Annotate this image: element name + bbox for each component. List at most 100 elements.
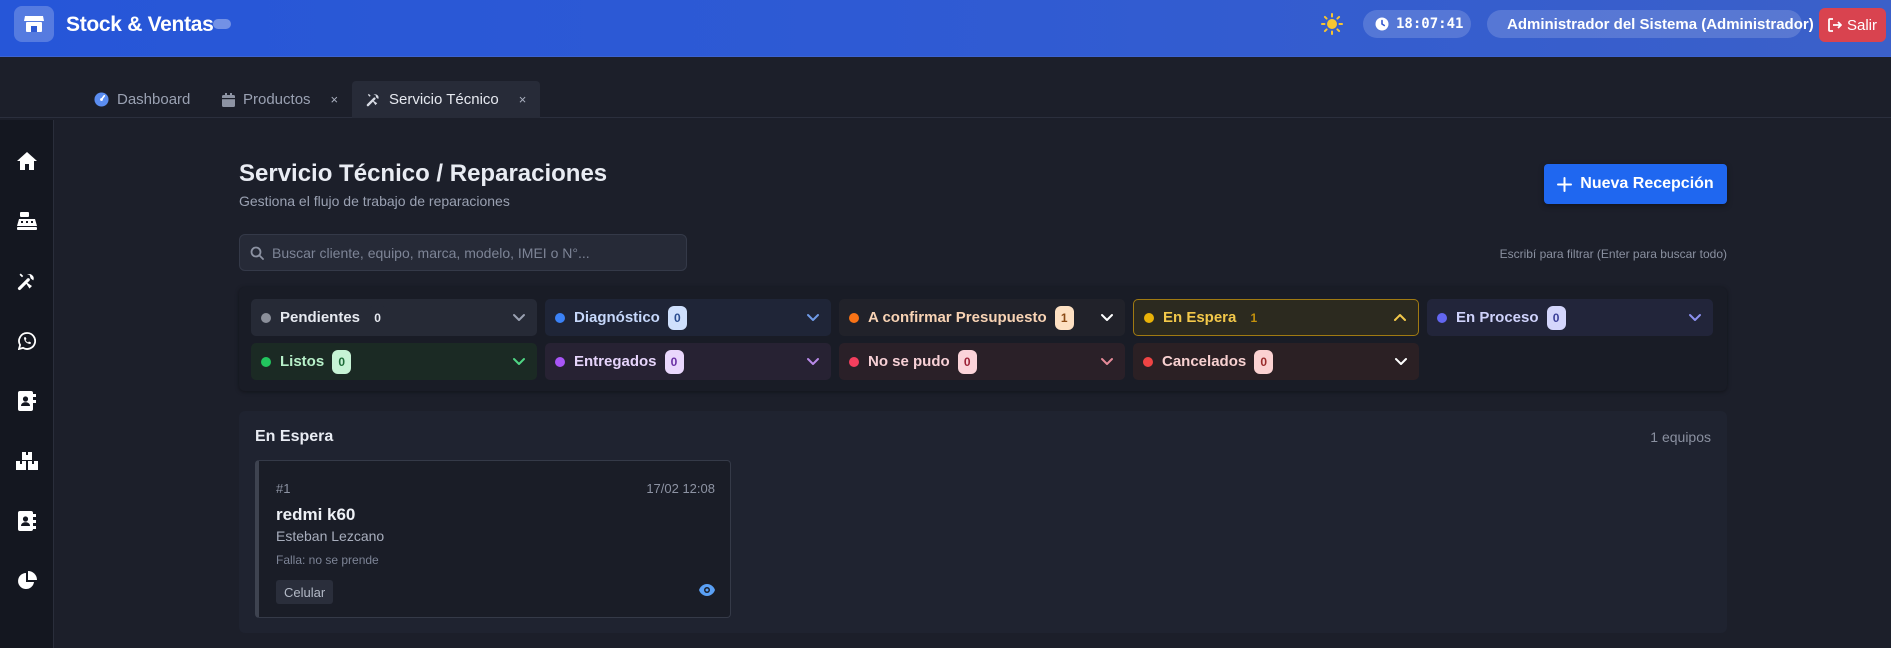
status-label: Cancelados xyxy=(1162,353,1247,370)
card-fault: Falla: no se prende xyxy=(276,553,379,567)
status-chip-en-proceso[interactable]: En Proceso 0 xyxy=(1427,299,1713,336)
status-dot xyxy=(555,312,565,323)
tools-icon xyxy=(366,93,379,107)
chevron-down-icon[interactable] xyxy=(805,309,821,325)
search-hint: Escribí para filtrar (Enter para buscar … xyxy=(1499,247,1727,261)
status-count-badge: 0 xyxy=(1254,349,1274,374)
status-chip-diagnostico[interactable]: Diagnóstico 0 xyxy=(545,299,831,336)
status-count-badge: 0 xyxy=(332,349,352,374)
status-dot xyxy=(1437,312,1447,323)
new-reception-button[interactable]: Nueva Recepción xyxy=(1544,164,1727,204)
cash-register-icon[interactable] xyxy=(10,204,44,238)
app-brand[interactable]: Stock & Ventas xyxy=(66,13,214,37)
logout-button[interactable]: Salir xyxy=(1819,8,1886,42)
search-icon xyxy=(250,246,264,260)
boxes-icon[interactable] xyxy=(10,444,44,478)
chevron-down-icon[interactable] xyxy=(805,353,821,369)
page-title: Servicio Técnico / Reparaciones xyxy=(239,160,608,187)
theme-toggle-sun-icon[interactable] xyxy=(1320,12,1344,36)
chevron-down-icon[interactable] xyxy=(1099,309,1115,325)
status-label: Pendientes xyxy=(280,309,361,326)
status-dot xyxy=(1144,312,1154,323)
status-count-badge: 0 xyxy=(664,349,684,374)
store-logo-icon[interactable] xyxy=(14,6,54,42)
status-chip-listos[interactable]: Listos 0 xyxy=(251,343,537,380)
home-icon[interactable] xyxy=(10,144,44,178)
sidebar xyxy=(0,120,54,648)
tab-productos[interactable]: Productos × xyxy=(208,81,352,118)
tab-close-icon[interactable]: × xyxy=(331,92,339,107)
status-count-badge: 0 xyxy=(667,305,687,330)
status-section-en-espera: En Espera 1 equipos #1 17/02 12:08 redmi… xyxy=(239,411,1727,633)
contact-card-icon[interactable] xyxy=(10,384,44,418)
address-book-icon[interactable] xyxy=(10,504,44,538)
status-label: A confirmar Presupuesto xyxy=(868,309,1047,326)
status-dot xyxy=(849,312,859,323)
status-label: En Proceso xyxy=(1456,309,1539,326)
tab-label: Productos xyxy=(243,91,311,108)
status-chip-entregados[interactable]: Entregados 0 xyxy=(545,343,831,380)
search-input[interactable] xyxy=(272,244,672,261)
pie-chart-icon[interactable] xyxy=(10,564,44,598)
status-label: Entregados xyxy=(574,353,657,370)
tab-servicio-tecnico[interactable]: Servicio Técnico × xyxy=(352,81,541,118)
status-count-badge: 1 xyxy=(1244,305,1264,330)
status-dot xyxy=(261,312,271,323)
chevron-down-icon[interactable] xyxy=(511,309,527,325)
chevron-down-icon[interactable] xyxy=(1687,309,1703,325)
tab-close-icon[interactable]: × xyxy=(519,92,527,107)
chevron-up-icon[interactable] xyxy=(1392,310,1408,326)
status-dot xyxy=(555,356,565,367)
status-chip-en-espera[interactable]: En Espera 1 xyxy=(1133,299,1419,336)
status-label: No se pudo xyxy=(868,353,950,370)
tools-icon[interactable] xyxy=(10,264,44,298)
clock-icon xyxy=(1375,17,1389,31)
user-name: Administrador del Sistema (Administrador… xyxy=(1507,15,1814,33)
chevron-down-icon[interactable] xyxy=(1099,353,1115,369)
status-chip-pendientes[interactable]: Pendientes 0 xyxy=(251,299,537,336)
status-dot xyxy=(1143,356,1153,367)
card-device-model: redmi k60 xyxy=(276,505,356,524)
clock-time: 18:07:41 xyxy=(1396,16,1464,32)
status-count-badge: 0 xyxy=(368,305,388,330)
plus-icon xyxy=(1557,176,1573,192)
new-reception-label: Nueva Recepción xyxy=(1580,175,1714,192)
user-menu[interactable]: Administrador del Sistema (Administrador… xyxy=(1487,10,1814,38)
status-count-badge: 1 xyxy=(1054,305,1074,330)
tab-label: Dashboard xyxy=(117,91,191,108)
status-filter-panel: Pendientes 0 Diagnóstico 0 A confirmar P… xyxy=(239,287,1727,391)
tab-dashboard[interactable]: Dashboard xyxy=(80,81,204,118)
repair-card[interactable]: #1 17/02 12:08 redmi k60 Esteban Lezcano… xyxy=(255,460,731,618)
status-label: Listos xyxy=(280,353,325,370)
chevron-down-icon[interactable] xyxy=(511,353,527,369)
chevron-down-icon[interactable] xyxy=(1393,353,1409,369)
tabs-bar: Dashboard Productos × Servicio Técnico × xyxy=(0,57,1891,118)
whatsapp-icon[interactable] xyxy=(10,324,44,358)
status-count-badge: 0 xyxy=(1546,305,1566,330)
logout-label: Salir xyxy=(1846,16,1877,34)
gauge-icon xyxy=(94,92,109,107)
logout-icon xyxy=(1828,18,1842,32)
brand-badge xyxy=(213,19,231,29)
card-date: 17/02 12:08 xyxy=(646,481,715,496)
tab-label: Servicio Técnico xyxy=(389,91,499,108)
status-chip-cancelados[interactable]: Cancelados 0 xyxy=(1133,343,1419,380)
card-client-name: Esteban Lezcano xyxy=(276,528,385,544)
calendar-icon xyxy=(222,92,235,107)
view-eye-icon[interactable] xyxy=(698,583,716,597)
status-label: En Espera xyxy=(1163,309,1237,326)
status-chip-a-confirmar-presupuesto[interactable]: A confirmar Presupuesto 1 xyxy=(839,299,1125,336)
top-navbar: Stock & Ventas 18:07:41 Administrador de… xyxy=(0,0,1891,57)
page-subtitle: Gestiona el flujo de trabajo de reparaci… xyxy=(239,193,510,209)
card-number: #1 xyxy=(276,481,291,496)
status-label: Diagnóstico xyxy=(574,309,660,326)
clock-badge: 18:07:41 xyxy=(1363,10,1471,38)
status-dot xyxy=(849,356,859,367)
status-chip-no-se-pudo[interactable]: No se pudo 0 xyxy=(839,343,1125,380)
section-count: 1 equipos xyxy=(1650,429,1711,445)
search-box xyxy=(239,234,687,271)
status-count-badge: 0 xyxy=(957,349,977,374)
status-dot xyxy=(261,356,271,367)
device-type-tag: Celular xyxy=(276,580,334,604)
section-title: En Espera xyxy=(255,428,334,445)
